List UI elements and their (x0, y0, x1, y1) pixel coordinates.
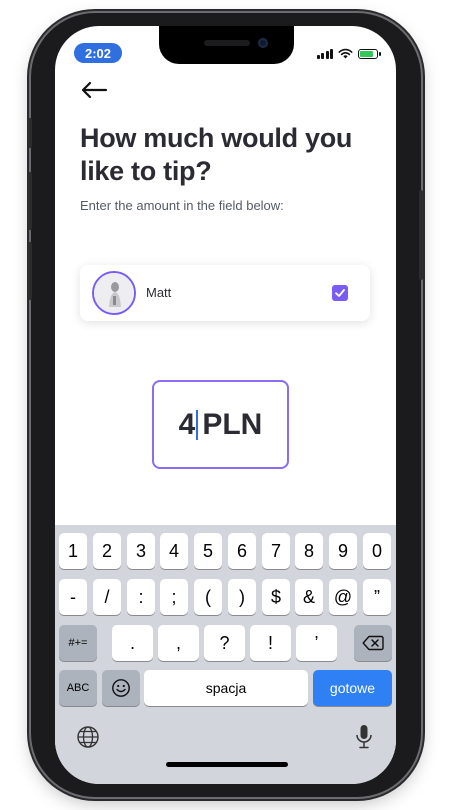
notch (159, 26, 294, 64)
backspace-icon (362, 635, 384, 651)
amount-input[interactable]: 4 PLN (152, 380, 289, 469)
key-4[interactable]: 4 (160, 533, 188, 569)
key-abc[interactable]: ABC (59, 670, 97, 706)
back-arrow-icon[interactable] (79, 78, 109, 102)
key-colon[interactable]: : (127, 579, 155, 615)
key-slash[interactable]: / (93, 579, 121, 615)
globe-icon[interactable] (76, 725, 100, 749)
key-open-paren[interactable]: ( (194, 579, 222, 615)
key-6[interactable]: 6 (228, 533, 256, 569)
amount-value: 4 (178, 407, 196, 441)
key-0[interactable]: 0 (363, 533, 391, 569)
cellular-signal-icon (316, 48, 333, 59)
key-8[interactable]: 8 (295, 533, 323, 569)
status-time: 2:02 (74, 43, 122, 63)
key-1[interactable]: 1 (59, 533, 87, 569)
key-done[interactable]: gotowe (313, 670, 392, 706)
text-cursor (196, 409, 199, 440)
key-5[interactable]: 5 (194, 533, 222, 569)
app-screen: 2:02 How much would you like to tip? Ent… (55, 26, 396, 784)
recipient-checkbox[interactable] (332, 285, 348, 301)
microphone-icon[interactable] (355, 724, 373, 750)
key-quote[interactable]: ” (363, 579, 391, 615)
front-camera (258, 38, 268, 48)
volume-up-button (28, 172, 32, 230)
checkmark-icon (335, 289, 345, 297)
numeric-keyboard: 1 2 3 4 5 6 7 8 9 0 - / : ; ( ) $ & @ ” … (55, 525, 396, 784)
person-avatar-icon (94, 273, 134, 313)
key-exclamation[interactable]: ! (250, 625, 291, 661)
key-symbols-toggle[interactable]: #+= (59, 625, 97, 661)
key-2[interactable]: 2 (93, 533, 121, 569)
key-semicolon[interactable]: ; (160, 579, 188, 615)
wifi-icon (338, 48, 353, 59)
avatar (92, 271, 136, 315)
amount-currency: PLN (202, 407, 263, 441)
key-close-paren[interactable]: ) (228, 579, 256, 615)
key-emoji[interactable] (102, 670, 140, 706)
speaker (204, 40, 250, 46)
key-question[interactable]: ? (204, 625, 245, 661)
mute-switch (28, 118, 32, 148)
home-indicator[interactable] (166, 762, 288, 767)
emoji-icon (112, 679, 130, 697)
key-comma[interactable]: , (158, 625, 199, 661)
recipient-name: Matt (146, 285, 172, 300)
key-period[interactable]: . (112, 625, 153, 661)
key-7[interactable]: 7 (262, 533, 290, 569)
key-dollar[interactable]: $ (262, 579, 290, 615)
recipient-card[interactable]: Matt (80, 265, 370, 321)
power-button (419, 190, 423, 280)
key-9[interactable]: 9 (329, 533, 357, 569)
battery-icon (358, 48, 381, 59)
key-space[interactable]: spacja (144, 670, 308, 706)
key-3[interactable]: 3 (127, 533, 155, 569)
key-apostrophe[interactable]: ’ (296, 625, 337, 661)
key-ampersand[interactable]: & (295, 579, 323, 615)
key-dash[interactable]: - (59, 579, 87, 615)
key-backspace[interactable] (354, 625, 392, 661)
volume-down-button (28, 242, 32, 300)
page-subtitle: Enter the amount in the field below: (80, 198, 284, 213)
page-title: How much would you like to tip? (80, 123, 353, 186)
key-at[interactable]: @ (329, 579, 357, 615)
status-icons (316, 48, 381, 59)
